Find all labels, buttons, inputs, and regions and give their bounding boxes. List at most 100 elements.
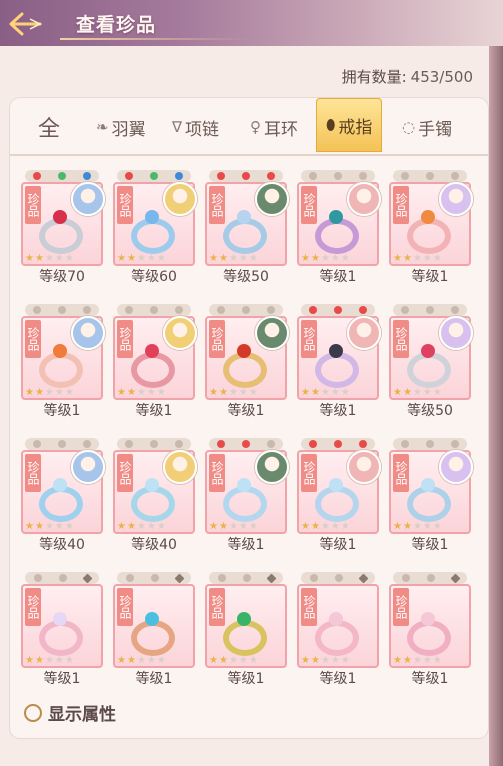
tab-wings[interactable]: ❧ 羽翼 xyxy=(96,104,146,150)
treasure-card[interactable]: 珍品 ★ ★ ★ ★ ★ 等级60 xyxy=(113,170,197,288)
tab-necklace[interactable]: ∇ 项链 xyxy=(172,104,219,150)
star-rating: ★ ★ ★ ★ ★ xyxy=(301,656,375,666)
gem-slots xyxy=(117,572,191,584)
gem-slots xyxy=(209,438,283,450)
gem-icon xyxy=(53,210,67,224)
treasure-card[interactable]: 珍品 ★ ★ ★ ★ ★ 等级50 xyxy=(389,304,473,422)
treasure-card[interactable]: 珍品 ★ ★ ★ ★ ★ 等级1 xyxy=(113,304,197,422)
gem-slots xyxy=(301,170,375,182)
treasure-card[interactable]: 珍品 ★ ★ ★ ★ ★ 等级1 xyxy=(389,572,471,690)
item-level: 等级50 xyxy=(407,403,453,419)
character-avatar xyxy=(163,316,197,350)
treasure-card[interactable]: 珍品 ★ ★ ★ ★ ★ 等级1 xyxy=(205,438,289,556)
gem-slot-dot xyxy=(125,574,134,582)
gem-slot-dot xyxy=(241,440,250,448)
character-avatar xyxy=(255,450,289,484)
gem-slot-dot xyxy=(174,172,183,180)
character-avatar xyxy=(163,182,197,216)
gem-slot-dot xyxy=(450,306,459,314)
tab-earring[interactable]: ♀ 耳环 xyxy=(250,104,298,150)
gem-slot-dot xyxy=(426,574,435,582)
star-icon: ★ xyxy=(402,253,412,264)
gem-slots xyxy=(25,438,99,450)
gem-icon xyxy=(145,210,159,224)
gem-slots xyxy=(301,572,375,584)
gem-slot-dot xyxy=(266,573,276,583)
back-button[interactable] xyxy=(4,7,48,41)
treasure-card[interactable]: 珍品 ★ ★ ★ ★ ★ 等级1 xyxy=(113,572,195,690)
item-level: 等级40 xyxy=(131,537,177,553)
wing-icon: ❧ xyxy=(96,118,109,136)
star-icon: ★ xyxy=(54,521,64,532)
star-icon: ★ xyxy=(422,655,432,666)
gem-slot-dot xyxy=(58,574,67,582)
rarity-tag: 珍品 xyxy=(209,588,225,626)
rarity-tag: 珍品 xyxy=(301,320,317,358)
character-avatar xyxy=(71,450,105,484)
treasure-card[interactable]: 珍品 ★ ★ ★ ★ ★ 等级70 xyxy=(21,170,105,288)
checkbox-circle-icon xyxy=(24,703,42,722)
gem-slot-dot xyxy=(33,574,42,582)
star-icon: ★ xyxy=(44,521,54,532)
star-rating: ★ ★ ★ ★ ★ xyxy=(393,388,467,398)
gem-icon xyxy=(237,478,251,492)
treasure-card[interactable]: 珍品 ★ ★ ★ ★ ★ 等级1 xyxy=(389,170,473,288)
treasure-card[interactable]: 珍品 ★ ★ ★ ★ ★ 等级1 xyxy=(297,170,381,288)
treasure-card[interactable]: 珍品 ★ ★ ★ ★ ★ 等级1 xyxy=(205,572,287,690)
star-rating: ★ ★ ★ ★ ★ xyxy=(209,522,283,532)
star-icon: ★ xyxy=(248,655,258,666)
rarity-tag: 珍品 xyxy=(117,320,133,358)
star-icon: ★ xyxy=(209,655,218,666)
character-avatar xyxy=(255,182,289,216)
gem-slot-dot xyxy=(266,306,275,314)
rarity-tag: 珍品 xyxy=(25,454,41,492)
gem-icon xyxy=(145,344,159,358)
star-icon: ★ xyxy=(310,655,320,666)
item-level: 等级1 xyxy=(411,671,449,687)
gem-slot-dot xyxy=(333,440,342,448)
show-attributes-toggle[interactable]: 显示属性 xyxy=(24,700,116,725)
star-icon: ★ xyxy=(330,655,340,666)
star-icon: ★ xyxy=(340,387,350,398)
star-icon: ★ xyxy=(228,387,238,398)
tab-bracelet[interactable]: ◌ 手镯 xyxy=(402,104,452,150)
item-level: 等级50 xyxy=(223,269,269,285)
treasure-card[interactable]: 珍品 ★ ★ ★ ★ ★ 等级1 xyxy=(389,438,473,556)
star-icon: ★ xyxy=(238,387,248,398)
star-icon: ★ xyxy=(64,521,74,532)
star-icon: ★ xyxy=(310,253,320,264)
star-icon: ★ xyxy=(209,521,218,532)
treasure-grid: 珍品 ★ ★ ★ ★ ★ 等级70 珍品 ★ ★ ★ ★ ★ 等级60 珍品 ★ ★ ★ ★ ★ 等级50 珍品 ★ ★ ★ ★ ★… xyxy=(21,170,477,710)
treasure-card[interactable]: 珍品 ★ ★ ★ ★ ★ 等级1 xyxy=(297,438,381,556)
treasure-card[interactable]: 珍品 ★ ★ ★ ★ ★ 等级1 xyxy=(297,304,381,422)
tab-all[interactable]: 全 xyxy=(38,104,60,150)
title-underline xyxy=(60,38,250,40)
gem-slot-dot xyxy=(450,440,459,448)
tab-ring[interactable]: ⬮ 戒指 xyxy=(316,98,383,152)
star-rating: ★ ★ ★ ★ ★ xyxy=(209,656,283,666)
treasure-card[interactable]: 珍品 ★ ★ ★ ★ ★ 等级50 xyxy=(205,170,289,288)
gem-slot-dot xyxy=(425,172,434,180)
treasure-card[interactable]: 珍品 ★ ★ ★ ★ ★ 等级40 xyxy=(21,438,105,556)
gem-slots xyxy=(117,304,191,316)
rarity-tag: 珍品 xyxy=(301,454,317,492)
treasure-card[interactable]: 珍品 ★ ★ ★ ★ ★ 等级1 xyxy=(205,304,289,422)
treasure-card[interactable]: 珍品 ★ ★ ★ ★ ★ 等级40 xyxy=(113,438,197,556)
treasure-card[interactable]: 珍品 ★ ★ ★ ★ ★ 等级1 xyxy=(21,304,105,422)
gem-slots xyxy=(117,170,191,182)
gem-icon xyxy=(421,612,435,626)
gem-slot-dot xyxy=(358,440,367,448)
character-avatar xyxy=(439,450,473,484)
star-icon: ★ xyxy=(393,253,402,264)
gem-slot-dot xyxy=(333,172,342,180)
star-icon: ★ xyxy=(248,521,258,532)
star-icon: ★ xyxy=(54,387,64,398)
treasure-card[interactable]: 珍品 ★ ★ ★ ★ ★ 等级1 xyxy=(297,572,379,690)
star-icon: ★ xyxy=(156,655,166,666)
star-rating: ★ ★ ★ ★ ★ xyxy=(117,656,191,666)
star-icon: ★ xyxy=(34,253,44,264)
gem-slot-dot xyxy=(266,172,275,180)
star-icon: ★ xyxy=(34,521,44,532)
treasure-card[interactable]: 珍品 ★ ★ ★ ★ ★ 等级1 xyxy=(21,572,103,690)
rarity-tag: 珍品 xyxy=(393,588,409,626)
